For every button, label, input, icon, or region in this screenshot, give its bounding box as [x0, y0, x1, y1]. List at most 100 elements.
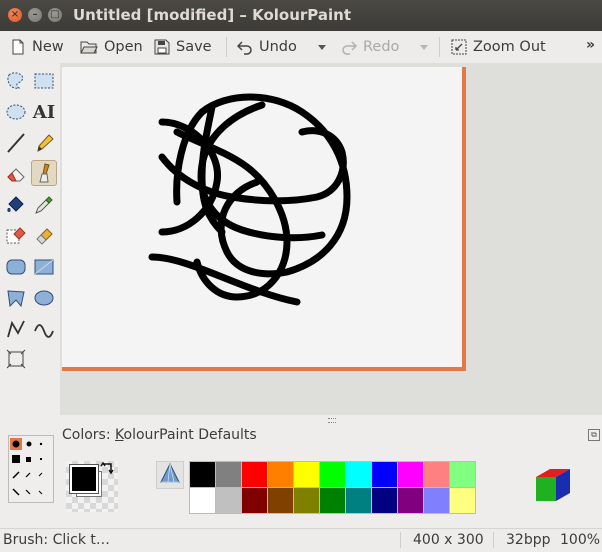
lasso-icon	[7, 72, 24, 89]
redo-button[interactable]: Redo	[341, 35, 399, 59]
title-bar: × – □ Untitled [modified] – KolourPaint	[0, 0, 602, 31]
status-separator	[493, 532, 494, 548]
brush-size-option[interactable]	[40, 458, 42, 460]
brush-size-option[interactable]	[39, 442, 43, 446]
open-button[interactable]: Open	[80, 35, 143, 59]
palette-color-swatch[interactable]	[372, 462, 398, 488]
image-canvas[interactable]	[62, 67, 462, 367]
brush-size-option[interactable]	[26, 457, 31, 462]
palette-color-swatch[interactable]	[450, 462, 476, 488]
brush-size-option[interactable]	[26, 441, 32, 447]
brush-size-option[interactable]	[25, 489, 31, 495]
curve-icon	[34, 324, 54, 338]
floppy-disk-icon	[154, 39, 170, 55]
canvas-resize-handle-bottom[interactable]	[62, 367, 466, 371]
save-button[interactable]: Save	[154, 35, 212, 59]
flood-fill-tool[interactable]	[3, 192, 29, 218]
pencil-icon	[37, 134, 54, 152]
swap-colors-icon[interactable]	[100, 461, 116, 477]
palette-color-swatch[interactable]	[424, 488, 450, 514]
save-button-label: Save	[176, 39, 212, 55]
palette-color-swatch[interactable]	[346, 488, 372, 514]
palette-color-swatch[interactable]	[242, 462, 268, 488]
undo-history-dropdown[interactable]	[318, 45, 326, 50]
rectangle-tool[interactable]	[31, 254, 57, 280]
palette-color-swatch[interactable]	[294, 488, 320, 514]
brush-size-option[interactable]	[12, 471, 20, 479]
zoom-out-icon	[451, 39, 467, 55]
palette-color-swatch[interactable]	[242, 488, 268, 514]
rounded-rectangle-tool[interactable]	[3, 254, 29, 280]
palette-color-swatch[interactable]	[320, 488, 346, 514]
brush-strokes	[148, 93, 351, 306]
palette-color-swatch[interactable]	[294, 462, 320, 488]
toolbar-overflow-button[interactable]: »	[586, 37, 595, 53]
palette-color-swatch[interactable]	[216, 462, 242, 488]
palette-color-swatch[interactable]	[346, 462, 372, 488]
polygon-tool[interactable]	[3, 285, 29, 311]
color-palette	[189, 461, 476, 514]
main-toolbar: New Open Save Undo Redo Zoom Out	[0, 31, 602, 63]
brush-size-option[interactable]	[12, 455, 20, 463]
redo-icon	[342, 41, 357, 55]
redo-button-label: Redo	[363, 39, 400, 55]
brush-size-option[interactable]	[38, 472, 43, 477]
palette-color-swatch[interactable]	[268, 462, 294, 488]
brush-size-option[interactable]	[25, 472, 31, 478]
undo-button[interactable]: Undo	[237, 35, 297, 59]
redo-history-dropdown[interactable]	[420, 45, 428, 50]
ellipse-select-icon	[6, 104, 26, 120]
elliptical-selection-tool[interactable]	[3, 99, 29, 125]
palette-color-swatch[interactable]	[190, 462, 216, 488]
curve-tool[interactable]	[31, 316, 57, 342]
palette-color-swatch[interactable]	[450, 488, 476, 514]
free-form-selection-tool[interactable]	[3, 68, 29, 94]
brush-size-option[interactable]	[38, 490, 43, 495]
palette-color-swatch[interactable]	[216, 488, 242, 514]
line-icon	[7, 133, 25, 153]
undo-button-label: Undo	[259, 39, 297, 55]
zoom-tool[interactable]	[3, 346, 29, 372]
ellipse-icon	[34, 290, 54, 306]
zoom-out-button[interactable]: Zoom Out	[451, 35, 546, 59]
palette-color-swatch[interactable]	[372, 488, 398, 514]
brush-size-option[interactable]	[12, 440, 20, 448]
line-tool[interactable]	[3, 130, 29, 156]
brush-size-option[interactable]	[12, 488, 20, 496]
color-similarity-icon[interactable]	[156, 461, 184, 489]
text-tool[interactable]: AI	[31, 99, 57, 125]
palette-color-swatch[interactable]	[424, 462, 450, 488]
new-button[interactable]: New	[10, 35, 64, 59]
brush-tool[interactable]	[31, 160, 57, 186]
color-eraser-tool[interactable]	[3, 223, 29, 249]
rectangle-icon	[34, 259, 54, 275]
maximize-window-button[interactable]: □	[48, 8, 62, 22]
palette-color-swatch[interactable]	[398, 488, 424, 514]
pen-tool[interactable]	[31, 130, 57, 156]
palette-color-swatch[interactable]	[268, 488, 294, 514]
undock-panel-icon[interactable]: ⧉	[588, 429, 600, 441]
panel-splitter[interactable]	[328, 418, 336, 423]
palette-color-swatch[interactable]	[398, 462, 424, 488]
status-bar: Brush: Click t… 400 x 300 32bpp 100%	[0, 528, 602, 552]
polyline-icon	[7, 320, 25, 338]
eyedropper-icon	[35, 196, 53, 214]
palette-color-swatch[interactable]	[320, 462, 346, 488]
ellipse-tool[interactable]	[31, 285, 57, 311]
spraycan-icon	[36, 228, 53, 245]
rectangular-selection-tool[interactable]	[31, 68, 57, 94]
color-eraser-icon	[6, 227, 26, 244]
connected-lines-tool[interactable]	[3, 316, 29, 342]
foreground-color-swatch[interactable]	[70, 465, 98, 493]
image-dimensions: 400 x 300	[413, 532, 484, 548]
eraser-tool[interactable]	[3, 161, 29, 187]
brush-size-options	[8, 435, 54, 503]
spraycan-tool[interactable]	[31, 223, 57, 249]
current-colors-box	[66, 461, 118, 512]
color-picker-tool[interactable]	[31, 192, 57, 218]
close-window-button[interactable]: ×	[8, 8, 22, 22]
canvas-resize-handle-right[interactable]	[462, 67, 466, 371]
rgb-cube-icon[interactable]	[532, 465, 574, 507]
palette-color-swatch[interactable]	[190, 488, 216, 514]
minimize-window-button[interactable]: –	[28, 8, 42, 22]
